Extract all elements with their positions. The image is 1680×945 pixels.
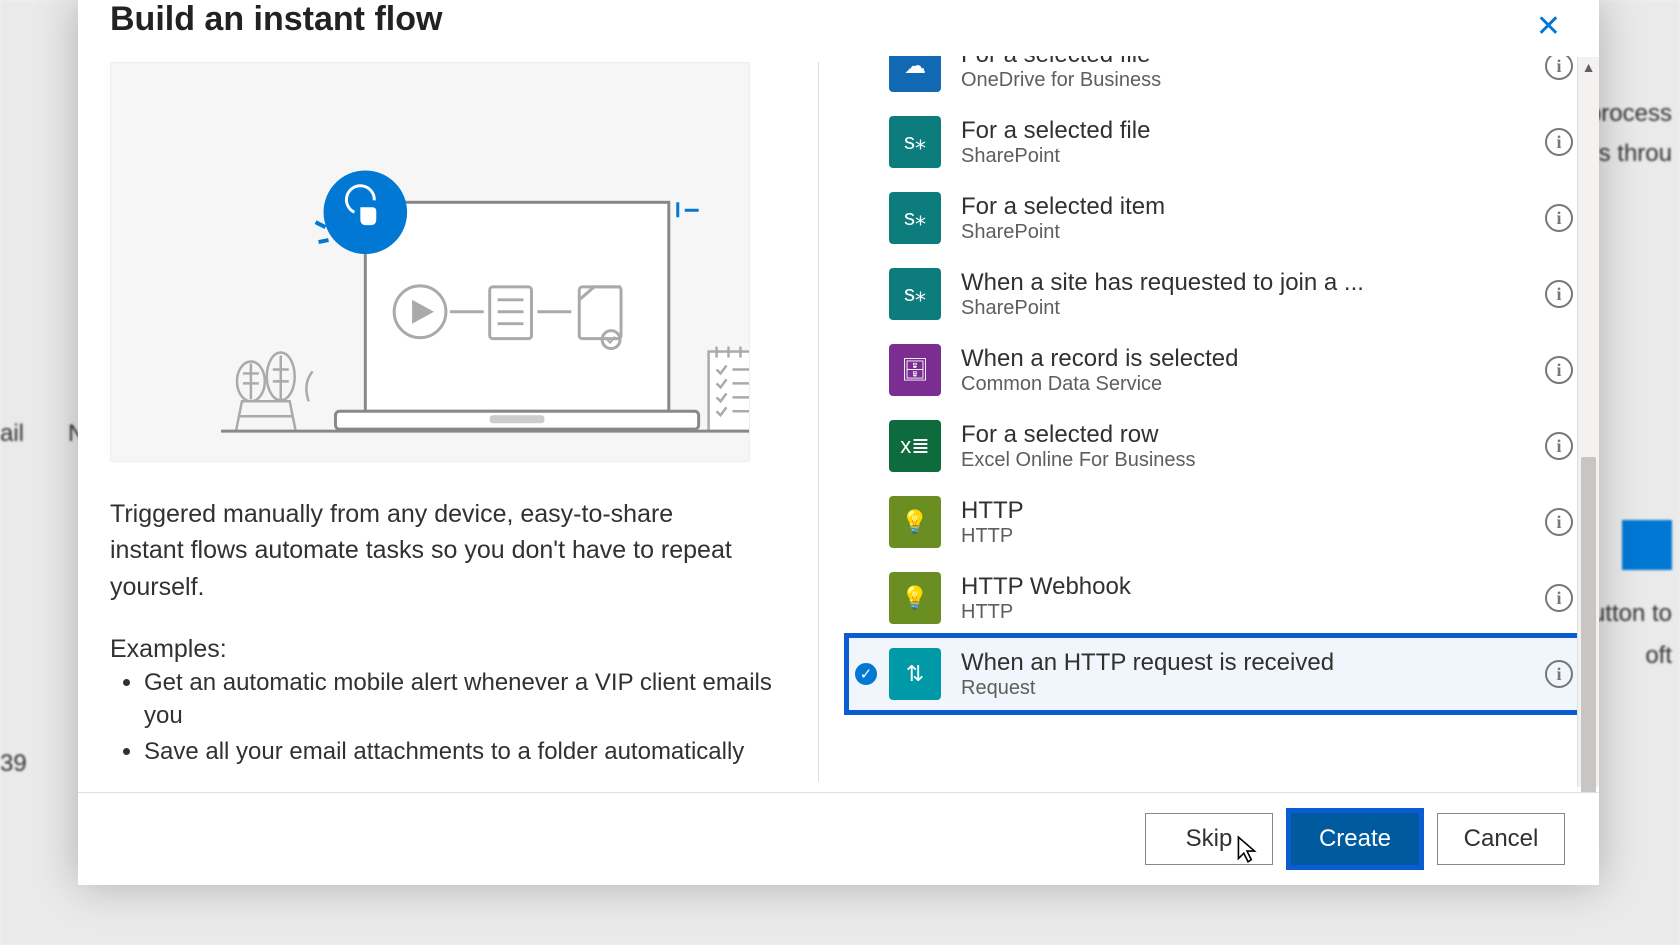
build-instant-flow-modal: Build an instant flow ✕ [78,0,1599,885]
trigger-list-pane: ☁For a selected fileOneDrive for Busines… [819,52,1599,792]
database-icon: 🗄 [889,344,941,396]
bg-tile [1622,520,1672,570]
trigger-radio[interactable] [855,283,877,305]
trigger-text: When a record is selectedCommon Data Ser… [961,345,1535,396]
trigger-title: When a site has requested to join a ... [961,269,1535,297]
trigger-item[interactable]: 💡 HTTP WebhookHTTP i [847,560,1581,636]
trigger-item[interactable]: s⁎ For a selected fileSharePoint i [847,104,1581,180]
trigger-subtitle: SharePoint [961,221,1535,244]
info-icon[interactable]: i [1545,280,1573,308]
trigger-subtitle: Common Data Service [961,373,1535,396]
close-icon: ✕ [1536,10,1561,43]
trigger-radio[interactable] [855,56,877,77]
lightbulb-icon: 💡 [889,496,941,548]
trigger-title: For a selected file [961,117,1535,145]
trigger-subtitle: Excel Online For Business [961,449,1535,472]
info-icon[interactable]: i [1545,584,1573,612]
trigger-subtitle: HTTP [961,601,1535,624]
trigger-text: HTTPHTTP [961,497,1535,548]
trigger-radio[interactable]: ✓ [855,663,877,685]
info-icon[interactable]: i [1545,204,1573,232]
request-icon: ⇅ [889,648,941,700]
trigger-subtitle: SharePoint [961,297,1535,320]
trigger-text: For a selected fileSharePoint [961,117,1535,168]
info-icon[interactable]: i [1545,128,1573,156]
trigger-title: For a selected row [961,421,1535,449]
illustration-svg [111,63,749,461]
sharepoint-icon: s⁎ [889,116,941,168]
modal-title: Build an instant flow [110,0,442,39]
trigger-subtitle: OneDrive for Business [961,69,1535,92]
excel-icon: x≣ [889,420,941,472]
trigger-title: HTTP [961,497,1535,525]
trigger-text: When a site has requested to join a ...S… [961,269,1535,320]
trigger-text: For a selected fileOneDrive for Business [961,56,1535,92]
trigger-item[interactable]: ✓ ⇅ When an HTTP request is receivedReques… [847,636,1581,712]
info-icon[interactable]: i [1545,56,1573,80]
modal-footer: Skip Create Cancel [78,792,1599,885]
trigger-item[interactable]: x≣ For a selected rowExcel Online For Bus… [847,408,1581,484]
trigger-text: For a selected itemSharePoint [961,193,1535,244]
trigger-item[interactable]: s⁎ When a site has requested to join a ..… [847,256,1581,332]
close-button[interactable]: ✕ [1530,6,1567,48]
trigger-title: For a selected item [961,193,1535,221]
trigger-title: For a selected file [961,56,1535,69]
lightbulb-icon: 💡 [889,572,941,624]
bg-text: process [1588,100,1672,128]
flow-illustration [110,62,750,462]
example-item: Get an automatic mobile alert whenever a… [144,666,790,733]
scroll-thumb[interactable] [1581,457,1596,792]
scroll-up-arrow-icon[interactable]: ▲ [1580,57,1598,77]
create-button[interactable]: Create [1291,813,1419,865]
modal-body: Triggered manually from any device, easy… [78,52,1599,792]
trigger-item[interactable]: s⁎ For a selected itemSharePoint i [847,180,1581,256]
info-icon[interactable]: i [1545,660,1573,688]
sharepoint-icon: s⁎ [889,192,941,244]
trigger-item[interactable]: 💡 HTTPHTTP i [847,484,1581,560]
bg-text: ail [0,420,24,448]
flow-description: Triggered manually from any device, easy… [110,496,750,605]
trigger-item[interactable]: ☁ For a selected fileOneDrive for Busines… [847,56,1581,104]
onedrive-icon: ☁ [889,56,941,92]
trigger-scroll[interactable]: ☁For a selected fileOneDrive for Busines… [819,56,1599,792]
left-pane: Triggered manually from any device, easy… [78,52,818,792]
trigger-title: When an HTTP request is received [961,649,1535,677]
scrollbar[interactable]: ▲ ▼ [1577,57,1599,787]
info-icon[interactable]: i [1545,508,1573,536]
trigger-radio[interactable] [855,207,877,229]
info-icon[interactable]: i [1545,432,1573,460]
trigger-subtitle: Request [961,677,1535,700]
example-item: Save all your email attachments to a fol… [144,735,790,769]
trigger-radio[interactable] [855,435,877,457]
trigger-title: HTTP Webhook [961,573,1535,601]
trigger-radio[interactable] [855,511,877,533]
trigger-text: When an HTTP request is receivedRequest [961,649,1535,700]
info-icon[interactable]: i [1545,356,1573,384]
bg-text: 39 [0,750,27,778]
examples-label: Examples: [110,635,790,664]
trigger-subtitle: SharePoint [961,145,1535,168]
trigger-subtitle: HTTP [961,525,1535,548]
trigger-radio[interactable] [855,359,877,381]
trigger-radio[interactable] [855,131,877,153]
examples-list: Get an automatic mobile alert whenever a… [110,666,790,771]
bg-text: oft [1645,642,1672,670]
trigger-item[interactable]: 🗄 When a record is selectedCommon Data Se… [847,332,1581,408]
skip-button[interactable]: Skip [1145,813,1273,865]
modal-header: Build an instant flow ✕ [78,0,1599,52]
trigger-title: When a record is selected [961,345,1535,373]
sharepoint-icon: s⁎ [889,268,941,320]
trigger-radio[interactable] [855,587,877,609]
trigger-text: For a selected rowExcel Online For Busin… [961,421,1535,472]
bg-text: rs throu [1591,140,1672,168]
trigger-text: HTTP WebhookHTTP [961,573,1535,624]
cancel-button[interactable]: Cancel [1437,813,1565,865]
